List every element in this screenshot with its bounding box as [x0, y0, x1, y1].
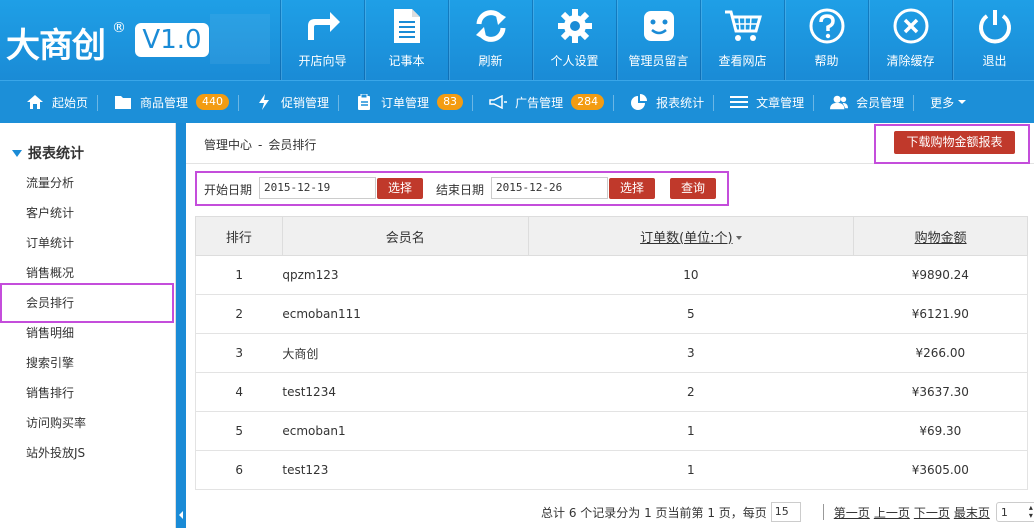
- main-menu: 起始页 商品管理 440 促销管理 订单管理 83 广告管理 284 报表统计 …: [0, 80, 1034, 123]
- sidebar-item-orders[interactable]: 订单统计: [0, 228, 176, 258]
- end-date-input[interactable]: 2015-12-26: [491, 177, 608, 199]
- menu-reports[interactable]: 报表统计: [614, 81, 715, 124]
- users-icon: [830, 93, 849, 111]
- triangle-down-icon: [12, 149, 22, 157]
- main-content: 管理中心 - 会员排行 下载购物金额报表 开始日期 2015-12-19 选择 结束…: [186, 123, 1034, 528]
- table-row: 3 大商创 3 ¥266.00: [195, 333, 1028, 373]
- logo: 大商创 ® V1.0: [0, 0, 280, 80]
- breadcrumb-current: 会员排行: [268, 138, 317, 152]
- menu-ads[interactable]: 广告管理 284: [473, 81, 615, 124]
- table-row: 6 test123 1 ¥3605.00: [195, 450, 1028, 490]
- sidebar-item-visit-purchase-rate[interactable]: 访问购买率: [0, 408, 176, 438]
- refresh-icon: [471, 6, 511, 46]
- chat-icon: [639, 6, 679, 46]
- end-date-select-button[interactable]: 选择: [609, 178, 655, 199]
- caret-down-icon: [958, 100, 967, 104]
- start-date-select-button[interactable]: 选择: [377, 178, 423, 199]
- updown-icon: ▴ ▾: [1028, 503, 1033, 520]
- start-date-input[interactable]: 2015-12-19: [259, 177, 376, 199]
- topnav-clear-cache[interactable]: 清除缓存: [868, 0, 952, 80]
- brand-reg-mark: ®: [112, 20, 126, 36]
- menu-articles[interactable]: 文章管理: [714, 81, 815, 124]
- topnav-logout[interactable]: 退出: [952, 0, 1034, 80]
- goods-count-badge: 440: [196, 94, 230, 110]
- table-row: 4 test1234 2 ¥3637.30: [195, 372, 1028, 412]
- megaphone-icon: [489, 93, 508, 111]
- table-row: 1 qpzm123 10 ¥9890.24: [195, 255, 1028, 295]
- pie-chart-icon: [630, 93, 648, 111]
- start-date-label: 开始日期: [204, 183, 253, 197]
- menu-more[interactable]: 更多: [914, 81, 976, 124]
- topnav-admin-message[interactable]: 管理员留言: [616, 0, 700, 80]
- download-report-button[interactable]: 下载购物金额报表: [894, 131, 1015, 154]
- breadcrumb: 管理中心 - 会员排行: [204, 138, 317, 152]
- help-icon: [807, 6, 847, 46]
- col-member-name: 会员名: [281, 216, 529, 256]
- prev-page-link[interactable]: 上一页: [874, 504, 910, 521]
- pagination: 总计 6 个记录分为 1 页当前第 1 页，每页 15 第一页 上一页 下一页 …: [541, 502, 1034, 522]
- brand-version: V1.0: [135, 23, 209, 57]
- first-page-link[interactable]: 第一页: [834, 504, 870, 521]
- sidebar-item-sales-detail[interactable]: 销售明细: [0, 318, 176, 348]
- table-row: 5 ecmoban1 1 ¥69.30: [195, 411, 1028, 451]
- col-purchase-amount[interactable]: 购物金额: [853, 216, 1028, 256]
- col-order-count[interactable]: 订单数(单位:个): [527, 216, 855, 256]
- top-nav: 开店向导 记事本 刷新 个人设置 管理员留言 查看网店 帮助 清除缓存 退出: [280, 0, 1034, 80]
- table-row: 2 ecmoban111 5 ¥6121.90: [195, 294, 1028, 334]
- sort-caret-icon: [735, 236, 742, 240]
- sidebar-list: 流量分析 客户统计 订单统计 销售概况 会员排行 销售明细 搜索引擎 销售排行 …: [0, 168, 176, 468]
- member-ranking-table: 排行 会员名 订单数(单位:个) 购物金额 1 qpzm123 10 ¥9890…: [195, 216, 1028, 490]
- sidebar: 报表统计 流量分析 客户统计 订单统计 销售概况 会员排行 销售明细 搜索引擎 …: [0, 123, 176, 528]
- power-icon: [975, 6, 1015, 46]
- notebook-icon: [387, 6, 427, 46]
- sidebar-item-traffic[interactable]: 流量分析: [0, 168, 176, 198]
- ads-count-badge: 284: [571, 94, 605, 110]
- topnav-notebook[interactable]: 记事本: [364, 0, 448, 80]
- top-bar: 大商创 ® V1.0 开店向导 记事本 刷新 个人设置 管理员留言 查看网店 帮…: [0, 0, 1034, 80]
- cart-icon: [723, 6, 763, 46]
- sidebar-item-sales-ranking[interactable]: 销售排行: [0, 378, 176, 408]
- menu-members[interactable]: 会员管理: [814, 81, 915, 124]
- menu-promotion[interactable]: 促销管理: [239, 81, 340, 124]
- topnav-personal-settings[interactable]: 个人设置: [532, 0, 616, 80]
- orders-count-badge: 83: [437, 94, 464, 110]
- sidebar-item-external-js[interactable]: 站外投放JS: [0, 438, 176, 468]
- sidebar-item-search-engine[interactable]: 搜索引擎: [0, 348, 176, 378]
- close-icon: [891, 6, 931, 46]
- home-icon: [26, 93, 44, 111]
- next-page-link[interactable]: 下一页: [914, 504, 950, 521]
- brand-name: 大商创: [6, 26, 106, 66]
- sidebar-item-customers[interactable]: 客户统计: [0, 198, 176, 228]
- bolt-icon: [255, 93, 273, 111]
- query-button[interactable]: 查询: [670, 178, 716, 199]
- table-header-row: 排行 会员名 订单数(单位:个) 购物金额: [195, 216, 1028, 256]
- breadcrumb-root[interactable]: 管理中心: [204, 138, 252, 152]
- list-icon: [730, 93, 749, 111]
- sidebar-heading[interactable]: 报表统计: [12, 143, 84, 163]
- col-rank: 排行: [195, 216, 283, 256]
- topnav-help[interactable]: 帮助: [784, 0, 868, 80]
- last-page-link[interactable]: 最末页: [954, 504, 990, 521]
- menu-home[interactable]: 起始页: [0, 81, 99, 124]
- topnav-view-shop[interactable]: 查看网店: [700, 0, 784, 80]
- gear-icon: [555, 6, 595, 46]
- sidebar-item-member-ranking[interactable]: 会员排行: [0, 283, 174, 323]
- sidebar-collapse-toggle[interactable]: [176, 123, 186, 528]
- page-size-input[interactable]: 15: [770, 502, 801, 522]
- pager-summary: 总计 6 个记录分为 1 页当前第 1 页，每页: [541, 505, 767, 520]
- page-select[interactable]: 1 ▴ ▾: [995, 502, 1034, 522]
- topnav-setup-wizard[interactable]: 开店向导: [280, 0, 364, 80]
- folder-icon: [114, 93, 132, 111]
- menu-orders[interactable]: 订单管理 83: [339, 81, 474, 124]
- menu-goods[interactable]: 商品管理 440: [98, 81, 240, 124]
- end-date-label: 结束日期: [436, 183, 485, 197]
- clipboard-icon: [355, 93, 373, 111]
- collapse-arrow-icon: [179, 511, 183, 519]
- arrow-turn-icon: [303, 6, 343, 46]
- topnav-refresh[interactable]: 刷新: [448, 0, 532, 80]
